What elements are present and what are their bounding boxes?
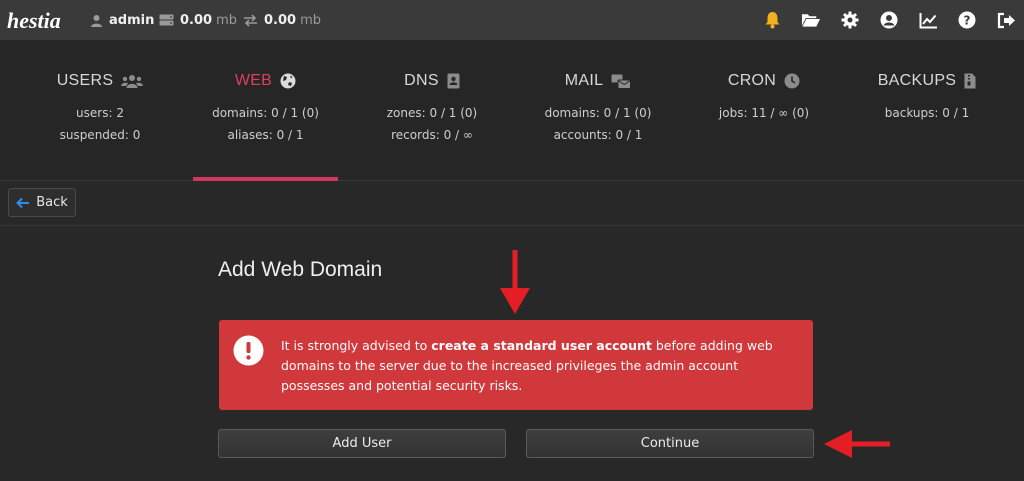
annotation-arrow-down-icon	[500, 250, 530, 314]
web-domains: domains: 0 / 1 (0)	[212, 106, 319, 120]
web-aliases: aliases: 0 / 1	[227, 128, 304, 142]
mail-domains: domains: 0 / 1 (0)	[544, 106, 652, 120]
user-circle-icon[interactable]	[879, 10, 899, 30]
tab-backups[interactable]: BACKUPS backups: 0 / 1	[857, 40, 997, 181]
users-count: users: 2	[76, 106, 124, 120]
page-title: Add Web Domain	[218, 258, 383, 281]
arrow-left-icon	[16, 197, 30, 208]
user-icon	[91, 14, 102, 27]
sign-out-icon[interactable]	[996, 10, 1016, 30]
annotation-arrow-left-icon	[824, 430, 890, 458]
tab-cron[interactable]: CRON jobs: 11 / ∞ (0)	[694, 40, 834, 181]
alert-emphasis: create a standard user account	[431, 338, 652, 353]
bandwidth-value: 0.00	[264, 12, 297, 28]
svg-text:hestia: hestia	[7, 8, 61, 33]
dns-records: records: 0 / ∞	[391, 128, 473, 142]
users-icon	[121, 74, 144, 88]
bandwidth-usage: 0.00 mb	[243, 0, 321, 40]
bell-icon[interactable]	[762, 10, 782, 30]
globe-icon	[280, 73, 296, 89]
gear-icon[interactable]	[840, 10, 860, 30]
exclamation-circle-icon	[233, 335, 264, 366]
hdd-icon	[159, 14, 174, 26]
tab-web[interactable]: WEB domains: 0 / 1 (0) aliases: 0 / 1	[193, 40, 338, 181]
tab-mail[interactable]: MAIL domains: 0 / 1 (0) accounts: 0 / 1	[528, 40, 668, 181]
dns-zones: zones: 0 / 1 (0)	[386, 106, 478, 120]
username: admin	[109, 12, 155, 28]
question-circle-icon[interactable]: ?	[957, 10, 977, 30]
alert-message: It is strongly advised to create a stand…	[281, 338, 773, 393]
chart-line-icon[interactable]	[918, 10, 938, 30]
mail-accounts: accounts: 0 / 1	[553, 128, 643, 142]
back-label: Back	[36, 195, 68, 210]
top-icon-bar: ?	[743, 0, 1016, 40]
disk-value: 0.00	[180, 12, 213, 28]
disk-unit: mb	[216, 12, 237, 28]
cron-jobs: jobs: 11 / ∞ (0)	[718, 106, 810, 120]
svg-text:?: ?	[964, 14, 971, 28]
current-user[interactable]: admin	[90, 0, 154, 40]
warning-alert: It is strongly advised to create a stand…	[219, 320, 813, 410]
active-tab-indicator	[193, 177, 338, 181]
stats-tabs: USERS users: 2 suspended: 0 WEB domains:…	[0, 40, 1024, 181]
users-suspended: suspended: 0	[59, 128, 141, 142]
top-navbar: hestia admin 0.00 mb 0.00 mb ?	[0, 0, 1024, 40]
hestia-logo[interactable]: hestia	[6, 5, 64, 35]
backups-count: backups: 0 / 1	[884, 106, 970, 120]
address-book-icon	[447, 73, 460, 89]
add-user-button[interactable]: Add User	[218, 429, 506, 458]
exchange-icon	[244, 13, 257, 27]
disk-usage: 0.00 mb	[159, 0, 237, 40]
folder-open-icon[interactable]	[801, 10, 821, 30]
clock-icon	[784, 73, 800, 89]
file-archive-icon	[964, 73, 976, 89]
mail-bulk-icon	[611, 74, 632, 89]
continue-button[interactable]: Continue	[526, 429, 814, 458]
tab-users[interactable]: USERS users: 2 suspended: 0	[30, 40, 170, 181]
bandwidth-unit: mb	[300, 12, 321, 28]
back-button[interactable]: Back	[8, 188, 76, 217]
toolbar-divider	[0, 225, 1024, 226]
tab-dns[interactable]: DNS zones: 0 / 1 (0) records: 0 / ∞	[362, 40, 502, 181]
